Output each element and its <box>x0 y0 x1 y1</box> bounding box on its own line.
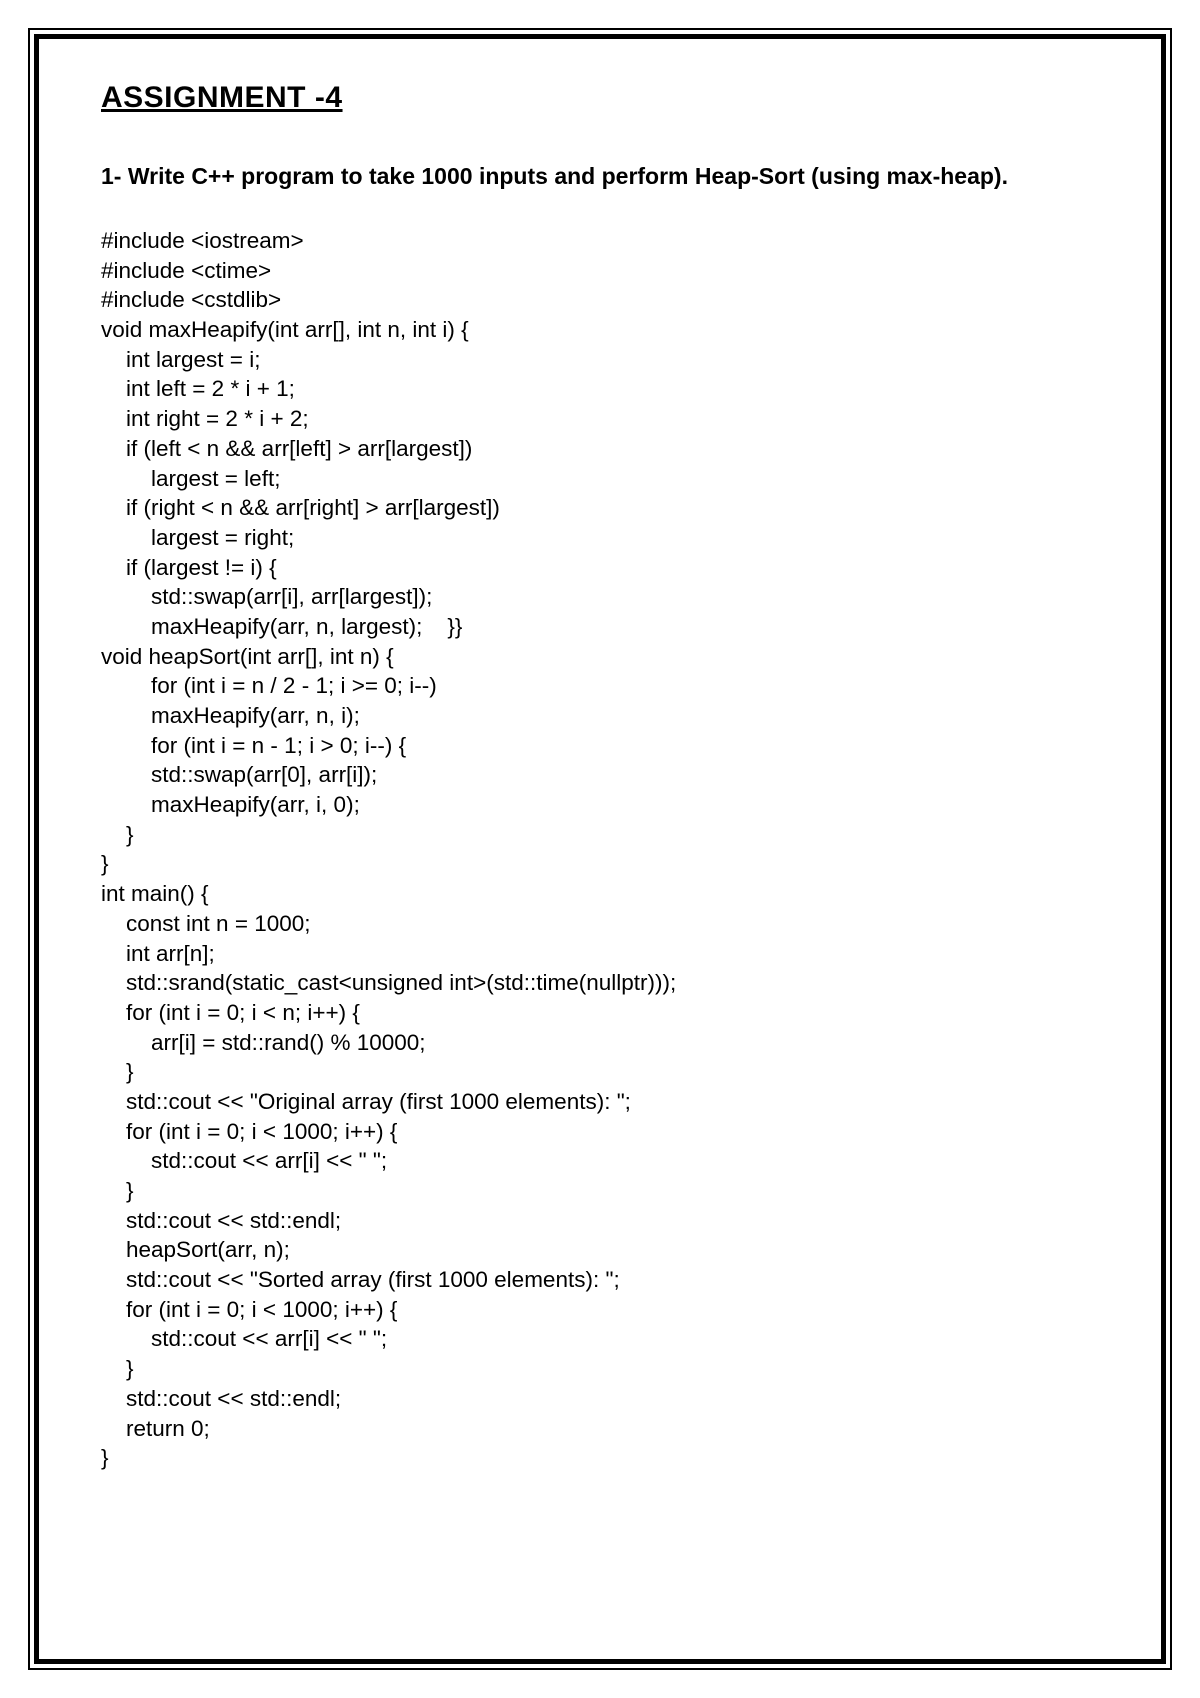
code-block: #include <iostream> #include <ctime> #in… <box>101 226 1099 1473</box>
outer-border: ASSIGNMENT -4 1- Write C++ program to ta… <box>28 28 1172 1670</box>
page-title: ASSIGNMENT -4 <box>101 81 1099 115</box>
inner-border: ASSIGNMENT -4 1- Write C++ program to ta… <box>34 34 1166 1664</box>
question-text: 1- Write C++ program to take 1000 inputs… <box>101 161 1099 192</box>
document-page: ASSIGNMENT -4 1- Write C++ program to ta… <box>0 0 1200 1698</box>
